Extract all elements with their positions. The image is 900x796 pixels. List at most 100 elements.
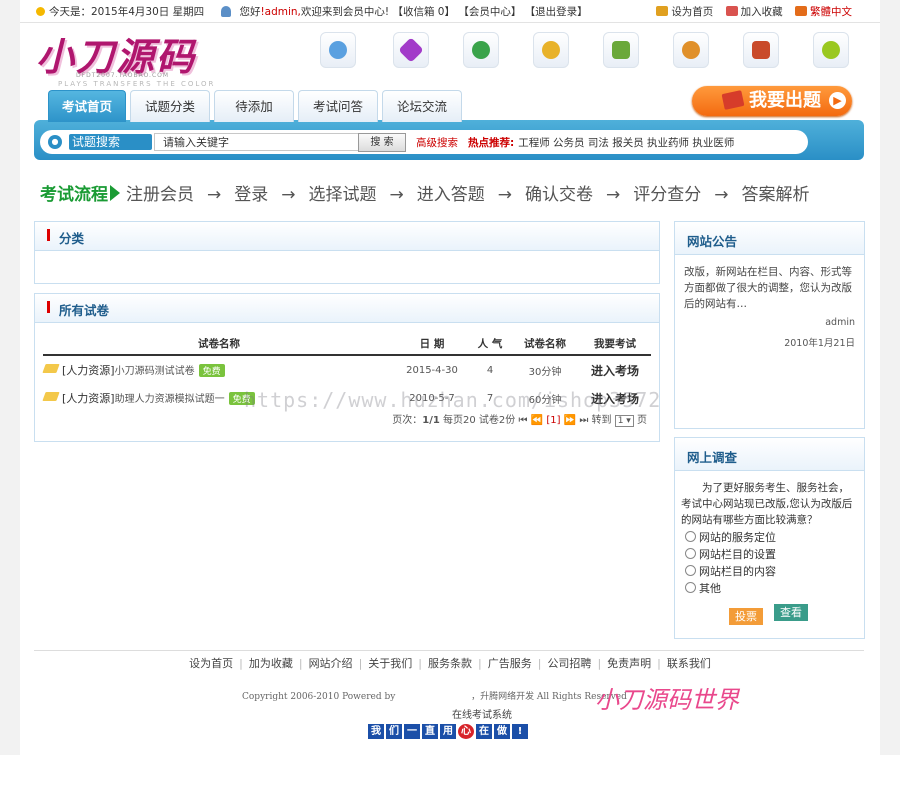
date-text: 2015年4月30日: [91, 6, 170, 18]
username: !admin,: [260, 6, 301, 18]
bottom-band: [0, 755, 900, 796]
vote-button[interactable]: 投票: [729, 608, 763, 625]
globe-icon[interactable]: [533, 32, 569, 68]
survey-title: 网上调查: [687, 450, 738, 465]
pager-unit: 页: [637, 415, 647, 426]
search-input[interactable]: [154, 133, 362, 151]
search-bar: ● 试题搜索 搜 索 高级搜索 热点推荐:工程师 公务员 司法 报关员 执业药师…: [40, 130, 808, 154]
inbox-link[interactable]: 【收信箱 0】: [392, 6, 455, 18]
view-results-button[interactable]: 查看: [774, 604, 808, 621]
paper-views: 4: [486, 364, 494, 376]
survey-option[interactable]: 网站的服务定位: [699, 531, 776, 544]
footer-link[interactable]: 网站介绍: [309, 657, 353, 670]
chart-icon[interactable]: [673, 32, 709, 68]
paper-category[interactable]: [人力资源]: [62, 364, 115, 377]
user-icon: [221, 6, 232, 17]
gem-icon[interactable]: [393, 32, 429, 68]
footer-link[interactable]: 加为收藏: [249, 657, 293, 670]
tab-exam-qa[interactable]: 考试问答: [298, 90, 378, 122]
next-page-icon[interactable]: ⏩: [564, 415, 576, 426]
greeting-text: 欢迎来到会员中心!: [300, 6, 390, 18]
paper-category[interactable]: [人力资源]: [62, 392, 115, 405]
papers-panel: 所有试卷 试卷名称 日 期 人 气 试卷名称 我要考试 [人力资源]小刀源码测试…: [34, 293, 660, 442]
footer-link[interactable]: 关于我们: [368, 657, 412, 670]
enter-exam-link[interactable]: 进入考场: [591, 364, 639, 378]
pagination: 页次：1/1 每页20 试卷2份 ⏮ ⏪ [1] ⏩ ⏭ 转到 1 ▾ 页: [392, 411, 647, 427]
page-select[interactable]: 1 ▾: [614, 415, 634, 427]
flow-step: 选择试题: [308, 185, 377, 205]
set-home-link[interactable]: 设为首页: [671, 6, 713, 18]
date-prefix: 今天是：: [49, 6, 91, 18]
member-center-link[interactable]: 【会员中心】: [458, 6, 521, 18]
col-views: 人 气: [469, 332, 511, 356]
search-label: 试题搜索: [69, 134, 152, 150]
mail-icon: [725, 6, 738, 16]
advanced-search-link[interactable]: 高级搜索: [416, 135, 458, 150]
weekday-text: 星期四: [172, 6, 205, 18]
greeting-pre: 您好: [239, 6, 261, 18]
hot-recommendations: 热点推荐: 工程师 公务员 司法 报关员 执业药师 执业医师: [468, 135, 734, 150]
tab-exam-home[interactable]: 考试首页: [48, 90, 126, 122]
footer-link[interactable]: 公司招聘: [547, 657, 591, 670]
survey-option[interactable]: 网站栏目的内容: [699, 565, 776, 578]
survey-question: 为了更好服务考生、服务社会，考试中心网站现已改版,您认为改版后的网站有哪些方面比…: [681, 482, 853, 526]
home-icon: [656, 6, 669, 16]
tab-question-categories[interactable]: 试题分类: [130, 90, 210, 122]
traditional-chinese-link[interactable]: 繁體中文: [810, 6, 852, 18]
survey-option[interactable]: 其他: [699, 582, 721, 595]
footer-link[interactable]: 广告服务: [488, 657, 532, 670]
logo-subtitle-slogan: PLAYS TRANSFERS THE COLOR: [58, 80, 216, 88]
survey-panel: 网上调查 为了更好服务考生、服务社会，考试中心网站现已改版,您认为改版后的网站有…: [674, 437, 865, 639]
logout-link[interactable]: 【退出登录】: [525, 6, 588, 18]
create-question-label: 我要出题: [749, 90, 821, 111]
pager-goto: 转到: [591, 415, 612, 426]
users-icon[interactable]: [320, 32, 356, 68]
paper-name-link[interactable]: 小刀源码测试试卷: [115, 366, 195, 377]
watermark: https://www.huzhan.com/ishop3572: [244, 388, 662, 412]
add-favorite-link[interactable]: 加入收藏: [741, 6, 783, 18]
free-badge: 免费: [198, 364, 225, 377]
sun-icon: [36, 7, 45, 16]
notice-body[interactable]: 改版，新网站在栏目、内容、形式等方面都做了很大的调整，您认为改版后的网站有…: [684, 264, 856, 312]
footer-slogan: 我们一直用心在做!: [368, 724, 530, 740]
footer-divider: [34, 650, 864, 651]
flow-title: 考试流程: [40, 185, 108, 205]
survey-radio[interactable]: [685, 548, 696, 559]
gear-icon[interactable]: [813, 32, 849, 68]
last-page-icon[interactable]: ⏭: [579, 415, 588, 426]
survey-option[interactable]: 网站栏目的设置: [699, 548, 776, 561]
arrow-right-icon: ▶: [829, 92, 846, 109]
tag-icon[interactable]: [603, 32, 639, 68]
page: 今天是：2015年4月30日 星期四 您好!admin,欢迎来到会员中心! 【收…: [20, 0, 880, 755]
survey-radio[interactable]: [685, 565, 696, 576]
tab-to-be-added[interactable]: 待添加: [214, 90, 294, 122]
pager-total: 试卷2份: [478, 415, 516, 426]
cloud-icon[interactable]: [463, 32, 499, 68]
footer-link[interactable]: 服务条款: [428, 657, 472, 670]
system-name: 在线考试系统: [452, 710, 512, 721]
table-row: [人力资源]小刀源码测试试卷 免费 2015-4-30 4 30分钟 进入考场: [42, 355, 651, 384]
paper-name-link[interactable]: 助理人力资源模拟试题一: [115, 394, 225, 405]
flow-step: 登录: [234, 185, 269, 205]
slogan-char: 们: [386, 724, 402, 739]
create-question-button[interactable]: 我要出题 ▶: [692, 86, 852, 116]
first-page-icon[interactable]: ⏮: [518, 415, 527, 426]
folder-icon: [42, 364, 60, 373]
hot-label: 热点推荐:: [468, 137, 515, 149]
pager-current[interactable]: [1]: [546, 415, 560, 426]
folder-icon: [42, 392, 60, 401]
page-select-value: 1: [617, 416, 624, 426]
search-button[interactable]: 搜 索: [358, 133, 406, 152]
tab-forum[interactable]: 论坛交流: [382, 90, 462, 122]
survey-radio[interactable]: [685, 582, 696, 593]
language-icon: [795, 6, 807, 16]
calendar-icon[interactable]: [743, 32, 779, 68]
survey-radio[interactable]: [685, 531, 696, 542]
hot-items[interactable]: 工程师 公务员 司法 报关员 执业药师 执业医师: [518, 137, 734, 149]
footer-link[interactable]: 设为首页: [189, 657, 233, 670]
papers-title: 所有试卷: [59, 303, 110, 318]
site-logo[interactable]: 小刀源码 DFDT2007.TAOBAO.COM PLAYS TRANSFERS…: [36, 26, 226, 90]
prev-page-icon[interactable]: ⏪: [531, 415, 543, 426]
footer-link[interactable]: 联系我们: [667, 657, 711, 670]
footer-link[interactable]: 免责声明: [607, 657, 651, 670]
